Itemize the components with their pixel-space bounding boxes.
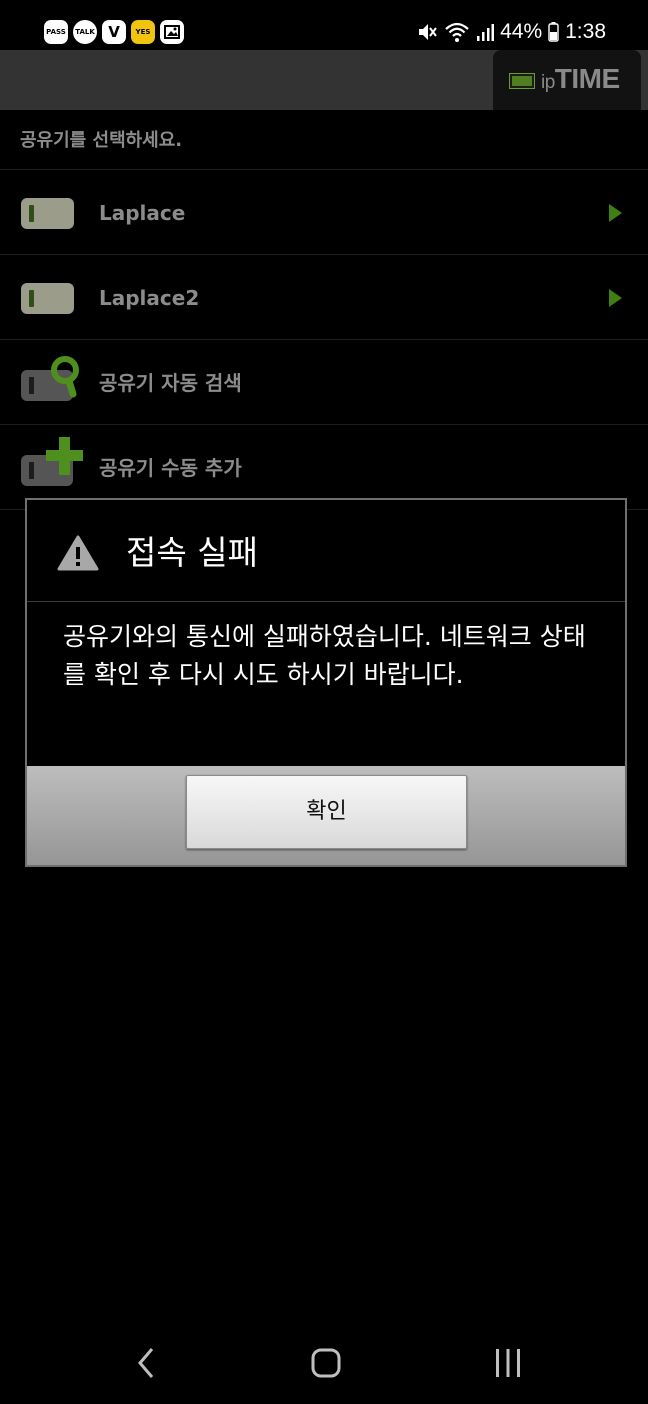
mute-icon [416,21,438,43]
yes-app-icon: YES [131,20,155,44]
notification-icons: PASS TALK V YES [44,20,184,44]
router-list: 공유기를 선택하세요. Laplace Laplace2 공유기 자동 검색 공… [0,110,648,510]
router-item-laplace[interactable]: Laplace [0,170,648,255]
gallery-app-icon [160,20,184,44]
dialog-message: 공유기와의 통신에 실패하였습니다. 네트워크 상태를 확인 후 다시 시도 하… [63,622,586,689]
v-app-icon: V [102,20,126,44]
battery-percent: 44% [500,20,543,43]
dialog-title-bar: 접속 실패 [27,500,625,602]
signal-icon [476,22,495,42]
arrow-right-icon [609,204,622,222]
status-bar: PASS TALK V YES 44% 1:38 [0,0,648,50]
auto-search-label: 공유기 자동 검색 [99,371,242,395]
kakaotalk-app-icon: TALK [73,20,97,44]
system-indicators: 44% 1:38 [416,18,606,46]
battery-icon [548,22,559,42]
router-name: Laplace2 [99,286,200,310]
router-icon [21,283,74,314]
app-header: ipTIME [0,50,648,110]
wifi-icon [444,21,470,43]
connection-failed-dialog: 접속 실패 공유기와의 통신에 실패하였습니다. 네트워크 상태를 확인 후 다… [25,498,627,867]
clock: 1:38 [565,20,606,43]
logo-text: ipTIME [541,63,620,94]
router-icon [21,198,74,229]
logo-battery-icon [509,73,535,89]
ok-button[interactable]: 확인 [186,775,467,849]
auto-search-item[interactable]: 공유기 자동 검색 [0,340,648,425]
dialog-button-bar: 확인 [27,766,625,865]
dialog-title: 접속 실패 [126,533,258,572]
home-icon[interactable] [311,1348,341,1378]
router-name: Laplace [99,201,186,225]
router-search-icon [21,356,79,401]
arrow-right-icon [609,289,622,307]
warning-icon [57,535,99,571]
recent-apps-icon[interactable] [494,1348,522,1378]
list-header: 공유기를 선택하세요. [0,110,648,170]
iptime-logo: ipTIME [493,50,641,110]
pass-app-icon: PASS [44,20,68,44]
navigation-bar [0,1330,648,1404]
back-icon[interactable] [136,1347,156,1379]
router-item-laplace2[interactable]: Laplace2 [0,255,648,340]
